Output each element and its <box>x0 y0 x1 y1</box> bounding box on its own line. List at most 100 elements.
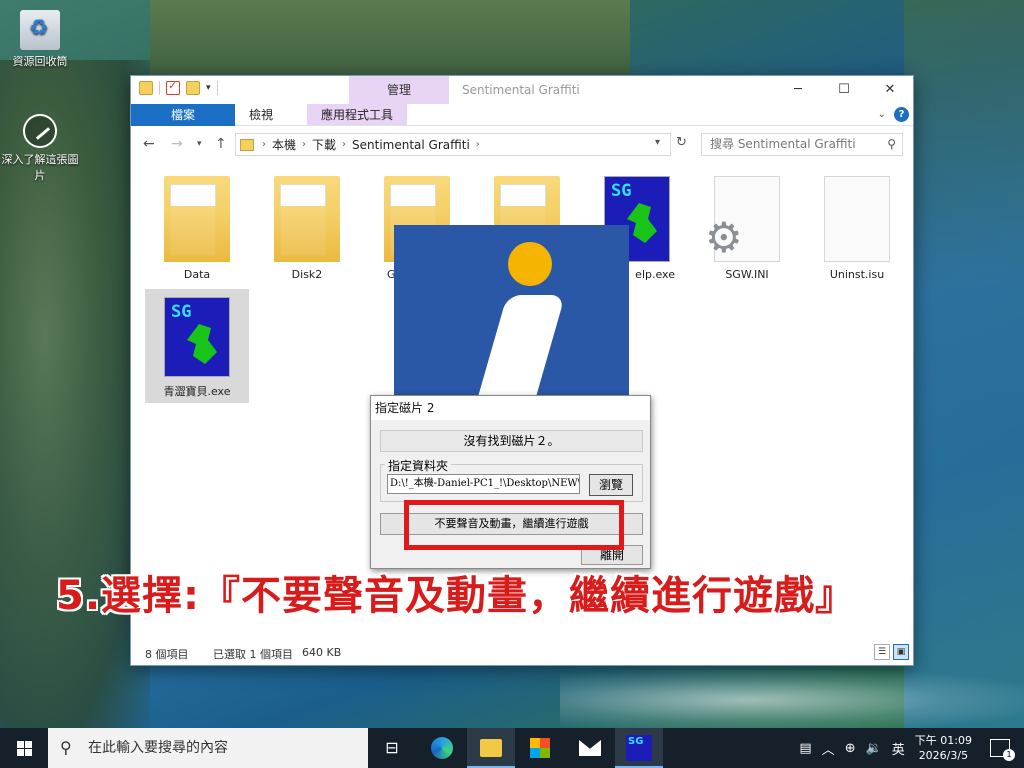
address-row: ← → ▾ ↑ › 本機 › 下載 › Sentimental Graffiti… <box>131 126 913 162</box>
folder-icon <box>164 176 230 262</box>
store-icon <box>530 738 550 758</box>
minimize-button[interactable]: ─ <box>775 76 821 104</box>
file-item-uninstall[interactable]: Uninst.isu <box>805 176 909 281</box>
file-item-folder[interactable]: Disk2 <box>255 176 359 281</box>
help-icon[interactable]: ? <box>894 107 909 122</box>
desktop-icon-recycle-bin[interactable]: 資源回收筒 <box>0 10 80 69</box>
volume-icon[interactable]: 🔉 <box>866 741 882 756</box>
chevron-right-icon[interactable]: › <box>342 139 346 150</box>
sg-logo-icon: SG <box>171 302 192 322</box>
settings-file-icon: ⚙ <box>705 176 780 262</box>
breadcrumb-current-folder[interactable]: Sentimental Graffiti <box>352 138 470 152</box>
chevron-up-icon[interactable]: ︿ <box>822 739 835 758</box>
file-name: Data <box>183 268 211 281</box>
search-icon: ⚲ <box>60 738 72 757</box>
windows-logo-icon <box>25 749 32 756</box>
tab-view[interactable]: 檢視 <box>235 104 287 125</box>
app-icon: SG <box>164 297 230 377</box>
new-folder-icon[interactable] <box>186 81 200 95</box>
document-icon <box>824 176 890 262</box>
sg-logo-icon: SG <box>626 735 652 761</box>
title-bar: ▾ 管理 Sentimental Graffiti ─ ☐ ✕ <box>131 76 913 104</box>
search-icon: ⚲ <box>887 137 896 151</box>
tab-application-tools[interactable]: 應用程式工具 <box>307 104 408 125</box>
forward-arrow-icon[interactable]: → <box>171 136 183 152</box>
file-item-exe-selected[interactable]: SG 青澀寶貝.exe <box>145 289 249 403</box>
search-input[interactable]: 搜尋 Sentimental Graffiti ⚲ <box>701 133 903 156</box>
notification-icon[interactable]: 1 <box>990 739 1015 761</box>
tab-manage[interactable]: 管理 <box>349 76 449 104</box>
taskbar-search-placeholder: 在此輸入要搜尋的內容 <box>88 740 228 756</box>
chevron-right-icon[interactable]: › <box>262 139 266 150</box>
recent-locations-chevron-icon[interactable]: ▾ <box>197 139 202 149</box>
clock-date: 2026/3/5 <box>918 749 969 762</box>
file-name: Disk2 <box>291 268 323 281</box>
dialog-title: 指定磁片 2 <box>371 396 650 420</box>
wallpaper-cliff <box>150 0 630 80</box>
selection-count: 已選取 1 個項目 <box>213 648 293 661</box>
network-icon[interactable]: ⊕ <box>845 741 856 756</box>
task-view-button[interactable]: ⊟ <box>368 728 416 768</box>
folder-path-field[interactable]: D:\!_本機-Daniel-PC1_!\Desktop\NEW\ <box>387 474 580 494</box>
chevron-right-icon[interactable]: › <box>302 139 306 150</box>
store-button[interactable] <box>516 728 564 768</box>
news-icon[interactable]: ▤ <box>799 741 811 756</box>
file-item-folder[interactable]: Data <box>145 176 249 281</box>
file-name: Uninst.isu <box>829 268 885 281</box>
mail-button[interactable] <box>566 728 614 768</box>
address-history-chevron-icon[interactable]: ▾ <box>655 137 660 148</box>
item-count: 8 個項目 <box>145 648 189 661</box>
file-item-ini[interactable]: ⚙ SGW.INI <box>695 176 799 281</box>
map-icon <box>187 324 217 364</box>
refresh-icon[interactable]: ↻ <box>676 135 692 153</box>
separator <box>216 81 218 95</box>
chevron-right-icon[interactable]: › <box>476 139 480 150</box>
info-splash-image <box>394 225 629 400</box>
desktop-icon-label: 深入了解這張圖片 <box>1 153 79 182</box>
notification-count: 1 <box>1003 749 1015 761</box>
breadcrumb-this-pc[interactable]: 本機 <box>272 136 296 153</box>
file-name: SGW.INI <box>725 268 769 281</box>
address-bar[interactable]: › 本機 › 下載 › Sentimental Graffiti › <box>235 133 671 156</box>
taskbar-search-input[interactable]: ⚲ 在此輸入要搜尋的內容 <box>48 728 368 768</box>
properties-icon[interactable] <box>166 79 180 95</box>
maximize-button[interactable]: ☐ <box>821 76 867 104</box>
expand-ribbon-chevron-icon[interactable]: ⌄ <box>878 109 886 120</box>
breadcrumb-downloads[interactable]: 下載 <box>312 136 336 153</box>
taskbar: ⚲ 在此輸入要搜尋的內容 ⊟ SG ▤ ︿ ⊕ 🔉 英 下午 01:09 202… <box>0 728 1024 768</box>
view-buttons: ☰ ▣ <box>874 644 909 660</box>
clock-time: 下午 01:09 <box>914 734 972 747</box>
search-placeholder: 搜尋 Sentimental Graffiti <box>710 137 856 151</box>
close-button[interactable]: ✕ <box>867 76 913 104</box>
desktop-icon-learn-more[interactable]: 深入了解這張圖片 <box>0 114 80 183</box>
edge-button[interactable] <box>418 728 466 768</box>
selection-size: 640 KB <box>302 646 342 659</box>
info-icon-stem <box>472 295 566 400</box>
file-name: 青澀寶貝.exe <box>163 385 231 398</box>
desktop-icon-label: 資源回收筒 <box>12 55 68 68</box>
window-controls: ─ ☐ ✕ <box>775 76 913 104</box>
details-view-icon[interactable]: ☰ <box>874 644 890 660</box>
system-tray: ▤ ︿ ⊕ 🔉 英 下午 01:09 2026/3/5 1 <box>799 728 1024 768</box>
ime-indicator[interactable]: 英 <box>892 739 905 758</box>
clock[interactable]: 下午 01:09 2026/3/5 <box>915 733 972 763</box>
map-icon <box>627 203 657 243</box>
back-arrow-icon[interactable]: ← <box>143 136 155 152</box>
separator <box>159 81 160 95</box>
quick-access-toolbar: ▾ <box>139 79 218 95</box>
game-app-button[interactable]: SG <box>615 728 663 768</box>
wallpaper-sea <box>904 0 1024 730</box>
customize-toolbar-chevron-icon[interactable]: ▾ <box>206 83 211 93</box>
up-arrow-icon[interactable]: ↑ <box>215 136 227 152</box>
tab-file[interactable]: 檔案 <box>131 104 235 126</box>
instruction-caption: 5.選擇:『不要聲音及動畫，繼續進行遊戲』 <box>56 573 857 619</box>
mail-icon <box>579 740 601 756</box>
large-icons-view-icon[interactable]: ▣ <box>893 644 909 660</box>
windows-logo-icon <box>17 741 24 748</box>
browse-button[interactable]: 瀏覽 <box>589 474 633 496</box>
windows-logo-icon <box>25 741 32 748</box>
file-explorer-button[interactable] <box>467 728 515 768</box>
start-button[interactable] <box>0 728 48 768</box>
ribbon-tabs: 檔案 常用 共用 檢視 應用程式工具 ⌄ ? <box>131 104 913 126</box>
folder-icon <box>139 81 153 95</box>
